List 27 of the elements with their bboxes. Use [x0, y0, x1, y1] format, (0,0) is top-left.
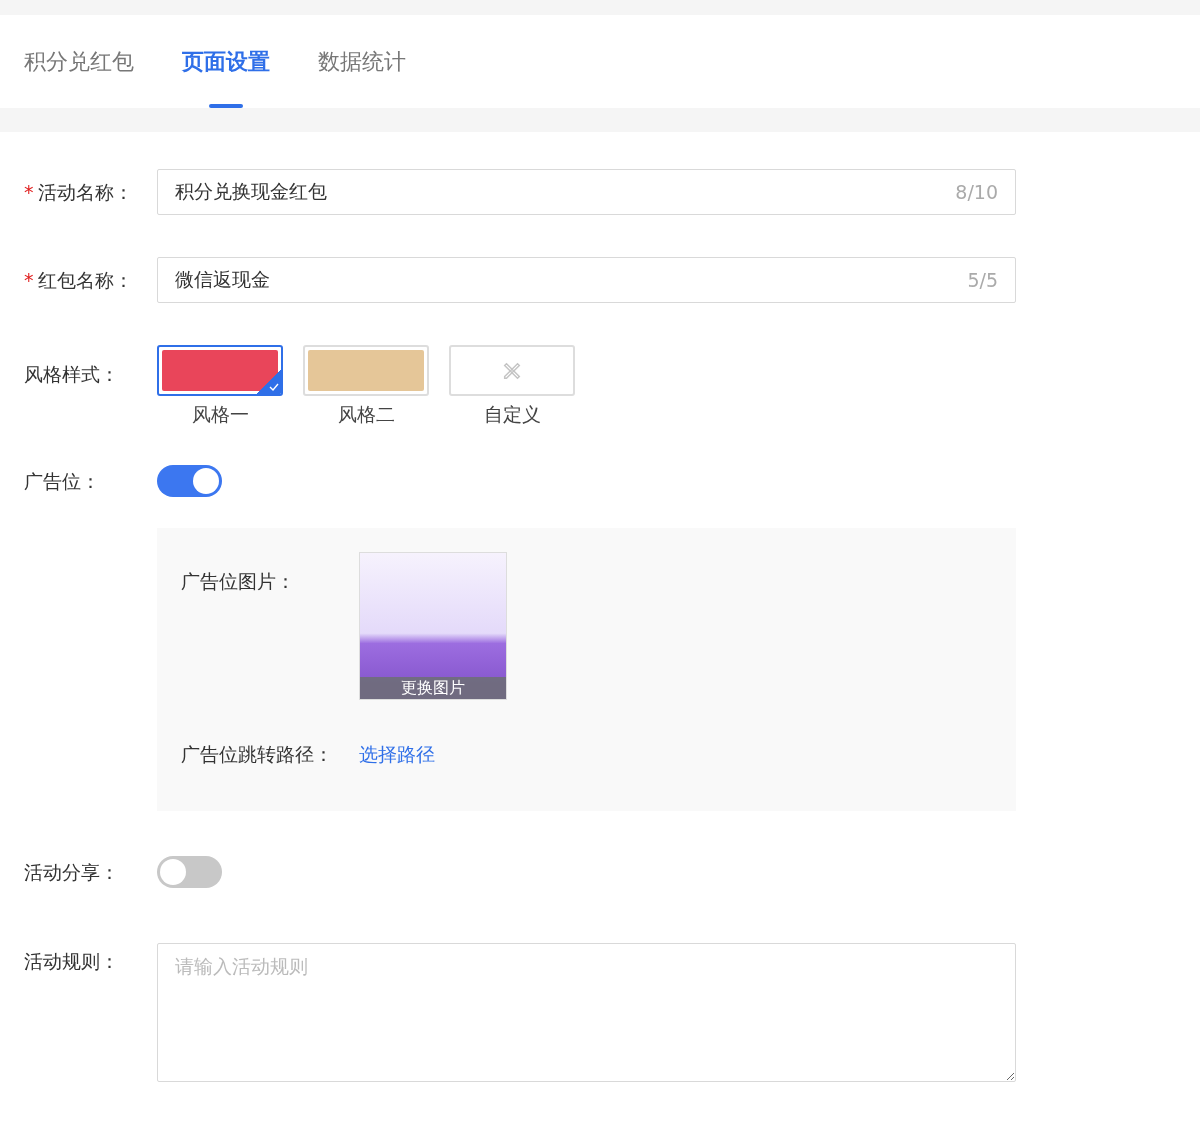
field-label: 红包名称：: [37, 269, 133, 291]
required-mark: *: [24, 181, 34, 203]
field-label: 活动规则：: [24, 949, 120, 974]
input-field[interactable]: 积分兑换现金红包 8/10: [157, 169, 1016, 215]
style-option-label: 风格二: [337, 402, 395, 427]
rules-textarea[interactable]: 请输入活动规则: [157, 943, 1016, 1082]
field-label: 广告位跳转路径：: [181, 742, 334, 767]
select-path-link[interactable]: 选择路径: [359, 742, 1016, 768]
checkmark-icon: [269, 383, 279, 391]
style-option-label: 风格一: [191, 402, 249, 427]
field-label: 风格样式：: [24, 362, 120, 387]
field-label: 活动名称：: [37, 181, 133, 203]
field-label: 活动分享：: [24, 860, 120, 885]
field-label: 广告位图片：: [181, 569, 296, 594]
character-count: 8/10: [955, 181, 998, 203]
tab[interactable]: 积分兑红包: [24, 15, 134, 108]
toggle-switch[interactable]: [157, 465, 222, 497]
toggle-switch[interactable]: [157, 856, 222, 888]
input-field[interactable]: 微信返现金 5/5: [157, 257, 1016, 303]
tab[interactable]: 页面设置: [182, 15, 270, 108]
field-label: 广告位：: [24, 469, 101, 494]
change-image-button[interactable]: 更换图片: [360, 677, 506, 699]
style-option-label: 自定义: [483, 402, 541, 427]
tab[interactable]: 数据统计: [318, 15, 406, 108]
character-count: 5/5: [967, 269, 998, 291]
required-mark: *: [24, 269, 34, 291]
style-option[interactable]: [157, 345, 283, 396]
